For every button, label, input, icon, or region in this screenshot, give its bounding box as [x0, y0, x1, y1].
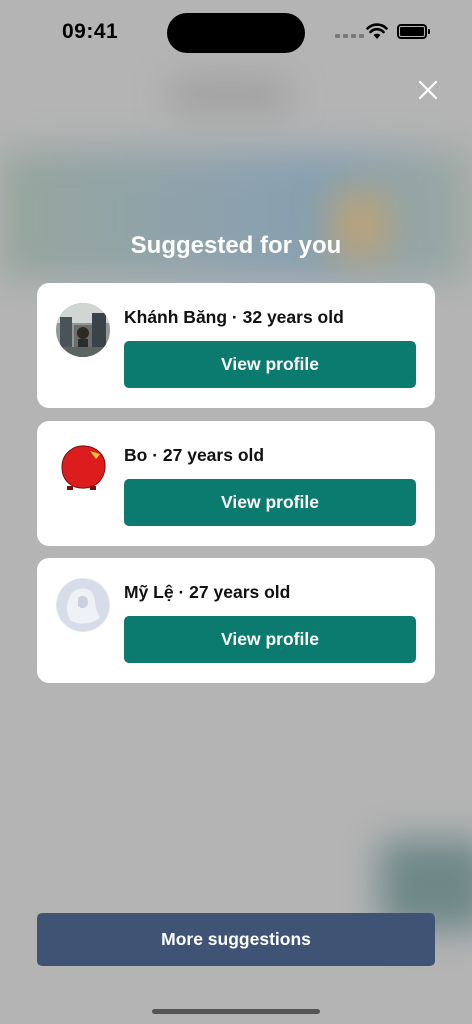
status-bar: 09:41	[0, 0, 472, 60]
modal-title: Suggested for you	[130, 232, 342, 259]
suggestion-card: Mỹ Lệ · 27 years old View profile	[37, 558, 435, 683]
signal-icon	[335, 34, 364, 38]
view-profile-button[interactable]: View profile	[124, 616, 416, 663]
status-time: 09:41	[62, 20, 119, 43]
avatar[interactable]	[56, 441, 110, 495]
close-icon[interactable]	[416, 78, 440, 102]
battery-icon	[397, 24, 430, 39]
background-title	[170, 80, 290, 110]
dynamic-island	[167, 13, 305, 53]
avatar[interactable]	[56, 303, 110, 357]
suggestion-card: Khánh Băng · 32 years old View profile	[37, 283, 435, 408]
view-profile-button[interactable]: View profile	[124, 479, 416, 526]
background-banner	[0, 150, 472, 280]
avatar[interactable]	[56, 578, 110, 632]
suggestion-card: Bo · 27 years old View profile	[37, 421, 435, 546]
suggestion-name-line: Mỹ Lệ · 27 years old	[124, 582, 291, 602]
suggestion-name-line: Khánh Băng · 32 years old	[124, 307, 344, 327]
suggestion-name-line: Bo · 27 years old	[124, 445, 265, 465]
home-indicator	[152, 1009, 320, 1014]
wifi-icon	[366, 23, 388, 39]
view-profile-button[interactable]: View profile	[124, 341, 416, 388]
more-suggestions-button[interactable]: More suggestions	[37, 913, 435, 966]
